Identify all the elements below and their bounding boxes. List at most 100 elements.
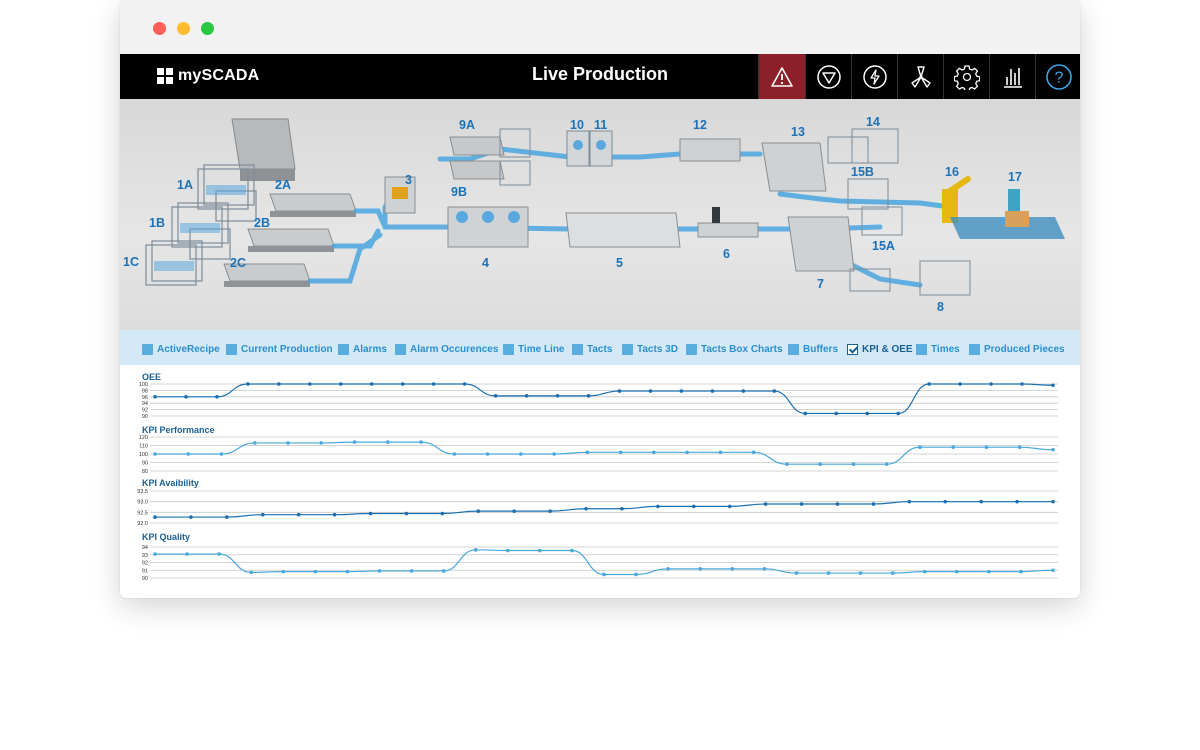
- station-label[interactable]: 2C: [230, 256, 246, 270]
- data-point[interactable]: [1051, 447, 1055, 452]
- station-label[interactable]: 7: [817, 277, 824, 291]
- data-point[interactable]: [818, 462, 822, 466]
- tab-tacts-box-charts[interactable]: Tacts Box Charts: [686, 342, 783, 356]
- help-button[interactable]: ?: [1035, 54, 1080, 99]
- data-point[interactable]: [618, 450, 623, 455]
- data-point[interactable]: [984, 445, 989, 449]
- data-point[interactable]: [922, 569, 927, 574]
- statistics-button[interactable]: [989, 54, 1036, 99]
- data-point[interactable]: [368, 511, 373, 516]
- data-point[interactable]: [896, 411, 900, 416]
- data-point[interactable]: [338, 382, 343, 386]
- data-point[interactable]: [452, 452, 457, 456]
- data-point[interactable]: [751, 450, 756, 455]
- data-point[interactable]: [369, 382, 374, 386]
- data-point[interactable]: [794, 571, 799, 575]
- data-point[interactable]: [951, 445, 956, 449]
- data-point[interactable]: [679, 389, 684, 393]
- station-label[interactable]: 9A: [459, 118, 475, 132]
- station-label[interactable]: 1C: [123, 255, 139, 269]
- data-point[interactable]: [308, 382, 312, 386]
- close-window-button[interactable]: [153, 22, 166, 35]
- checkbox[interactable]: [686, 343, 697, 355]
- data-point[interactable]: [710, 389, 715, 393]
- data-point[interactable]: [184, 395, 188, 399]
- data-point[interactable]: [570, 548, 574, 553]
- checkbox[interactable]: [226, 343, 237, 355]
- data-point[interactable]: [620, 506, 624, 511]
- data-point[interactable]: [617, 389, 622, 393]
- station-label[interactable]: 17: [1008, 170, 1022, 184]
- data-point[interactable]: [493, 394, 498, 398]
- data-point[interactable]: [377, 569, 382, 573]
- data-point[interactable]: [834, 411, 839, 416]
- data-point[interactable]: [419, 440, 423, 444]
- station-label[interactable]: 15A: [872, 239, 895, 253]
- checkbox[interactable]: [142, 343, 153, 355]
- data-point[interactable]: [803, 411, 808, 416]
- station-label[interactable]: 1A: [177, 178, 193, 192]
- data-point[interactable]: [225, 515, 229, 519]
- data-point[interactable]: [584, 506, 588, 511]
- station-label[interactable]: 13: [791, 125, 805, 139]
- station-label[interactable]: 11: [594, 118, 607, 132]
- minimize-window-button[interactable]: [177, 22, 190, 35]
- data-point[interactable]: [907, 499, 912, 504]
- data-point[interactable]: [698, 567, 703, 571]
- alarms-button[interactable]: [758, 54, 805, 99]
- data-point[interactable]: [219, 452, 224, 456]
- data-point[interactable]: [277, 382, 281, 386]
- data-point[interactable]: [409, 569, 414, 573]
- tab-active-recipe[interactable]: ActiveRecipe: [142, 342, 220, 356]
- station-label[interactable]: 9B: [451, 185, 467, 199]
- stop-button[interactable]: [805, 54, 852, 99]
- data-point[interactable]: [1051, 499, 1055, 504]
- data-point[interactable]: [692, 504, 696, 509]
- tab-current-production[interactable]: Current Production: [226, 342, 333, 356]
- data-point[interactable]: [217, 552, 221, 556]
- checkbox-checked[interactable]: [847, 343, 858, 355]
- data-point[interactable]: [281, 569, 286, 574]
- station-label[interactable]: 5: [616, 256, 623, 270]
- data-point[interactable]: [186, 452, 191, 456]
- station-label[interactable]: 15B: [851, 165, 874, 179]
- checkbox[interactable]: [395, 343, 406, 355]
- data-point[interactable]: [153, 395, 157, 399]
- checkbox[interactable]: [622, 343, 633, 355]
- tab-produced-pieces[interactable]: Produced Pieces: [969, 342, 1065, 356]
- checkbox[interactable]: [788, 343, 799, 355]
- data-point[interactable]: [762, 567, 767, 571]
- tab-tacts-3d[interactable]: Tacts 3D: [622, 342, 678, 356]
- data-point[interactable]: [252, 441, 257, 445]
- tab-time-line[interactable]: Time Line: [503, 342, 565, 356]
- data-point[interactable]: [772, 389, 777, 393]
- data-point[interactable]: [586, 394, 591, 398]
- data-point[interactable]: [548, 509, 552, 513]
- data-point[interactable]: [296, 512, 301, 517]
- station-label[interactable]: 1B: [149, 216, 165, 230]
- data-point[interactable]: [865, 411, 870, 416]
- data-point[interactable]: [741, 389, 746, 393]
- checkbox[interactable]: [916, 343, 927, 355]
- data-point[interactable]: [943, 499, 948, 504]
- data-point[interactable]: [979, 499, 983, 504]
- data-point[interactable]: [431, 382, 436, 386]
- data-point[interactable]: [652, 450, 656, 455]
- data-point[interactable]: [400, 382, 405, 386]
- station-label[interactable]: 4: [482, 256, 489, 270]
- data-point[interactable]: [954, 569, 959, 574]
- data-point[interactable]: [835, 502, 840, 506]
- data-point[interactable]: [727, 504, 732, 509]
- data-point[interactable]: [313, 569, 318, 574]
- data-point[interactable]: [730, 567, 735, 571]
- tab-times[interactable]: Times: [916, 342, 960, 356]
- tab-alarms[interactable]: Alarms: [338, 342, 387, 356]
- data-point[interactable]: [153, 452, 157, 456]
- data-point[interactable]: [987, 569, 991, 574]
- data-point[interactable]: [918, 445, 922, 449]
- data-point[interactable]: [286, 441, 290, 445]
- data-point[interactable]: [519, 452, 523, 456]
- data-point[interactable]: [871, 502, 876, 506]
- data-point[interactable]: [1017, 445, 1022, 449]
- data-point[interactable]: [246, 382, 250, 386]
